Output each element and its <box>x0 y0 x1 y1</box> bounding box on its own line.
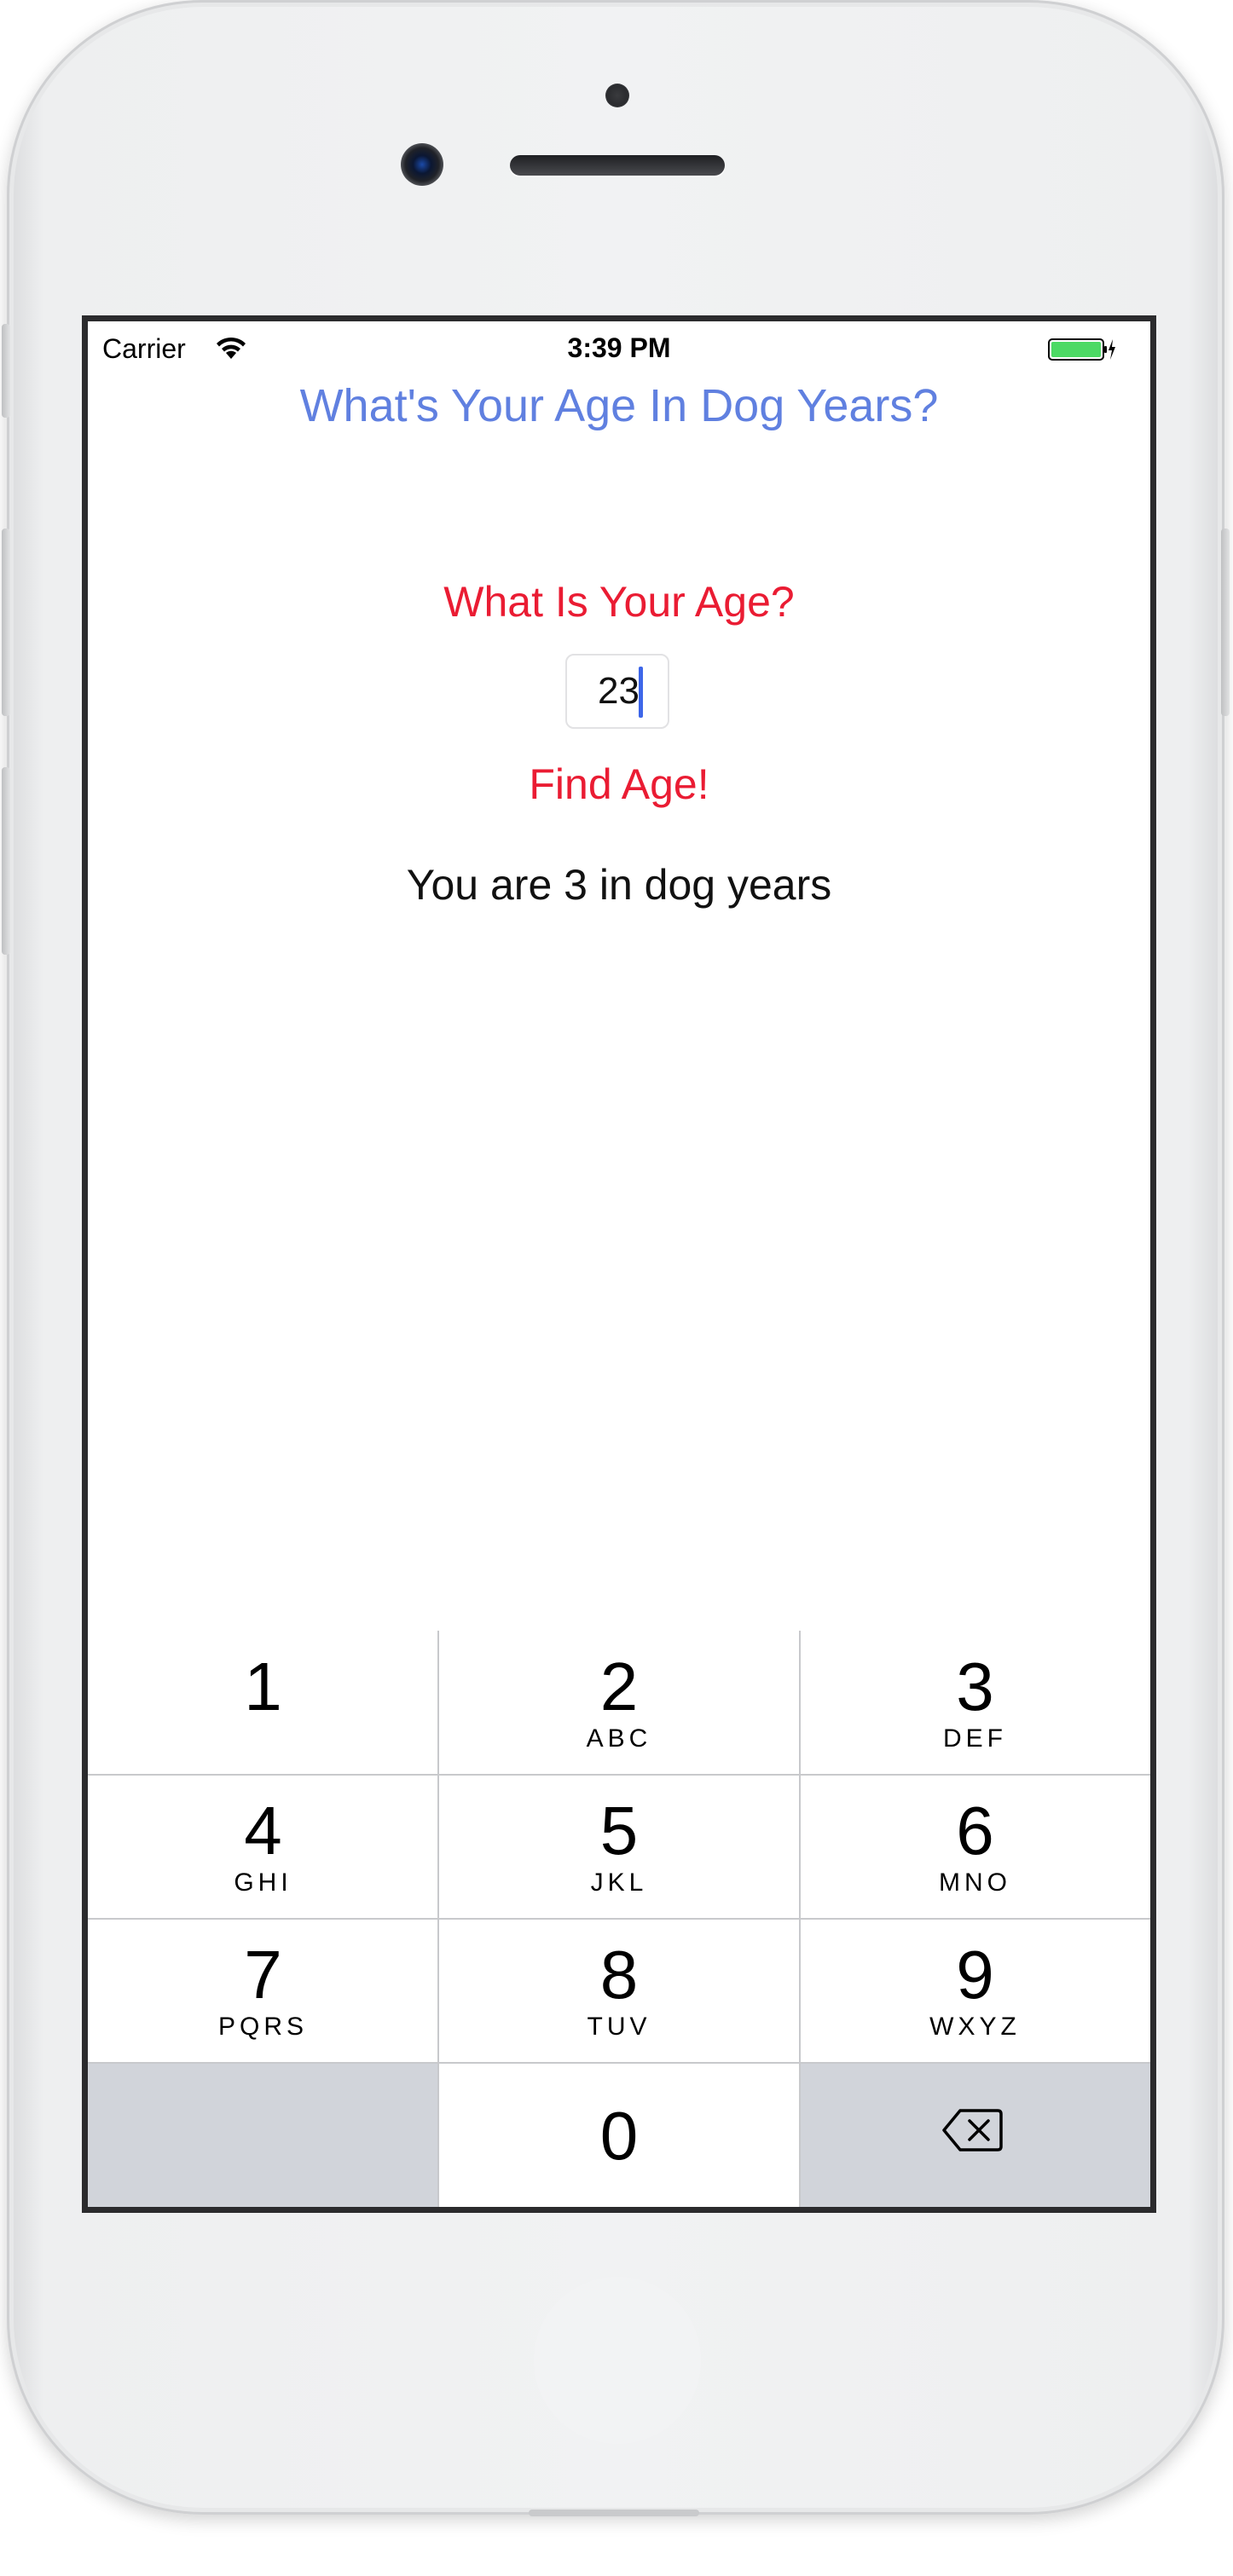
keypad-divider <box>88 2062 1150 2064</box>
delete-key[interactable] <box>800 2063 1150 2207</box>
numeric-keypad: 1 2 ABC 3 DEF 4 GHI 5 JKL 6 MNO 7 PQRS 8 <box>88 1631 1150 2207</box>
age-question-label: What Is Your Age? <box>443 578 795 626</box>
key-4[interactable]: 4 GHI <box>88 1775 438 1919</box>
proximity-sensor <box>605 84 629 107</box>
key-digit: 1 <box>244 1649 282 1724</box>
key-6[interactable]: 6 MNO <box>800 1775 1150 1919</box>
status-time: 3:39 PM <box>567 332 671 363</box>
key-letters: MNO <box>939 1868 1011 1897</box>
front-camera <box>401 143 443 186</box>
key-8[interactable]: 8 TUV <box>438 1919 800 2063</box>
home-button[interactable] <box>534 2277 701 2444</box>
key-letters: ABC <box>586 1724 652 1753</box>
key-digit: 9 <box>956 1937 994 2013</box>
key-digit: 7 <box>244 1937 282 2013</box>
screen: Carrier 3:39 PM What's Your Age In Dog Y… <box>88 321 1150 2207</box>
key-blank <box>88 2063 438 2207</box>
page-title: What's Your Age In Dog Years? <box>299 380 939 431</box>
keypad-divider <box>88 1774 1150 1776</box>
status-bar: Carrier 3:39 PM <box>88 321 1150 379</box>
key-digit: 0 <box>599 2098 639 2174</box>
battery-charging-icon <box>1048 338 1115 361</box>
key-letters: PQRS <box>217 2013 309 2041</box>
key-9[interactable]: 9 WXYZ <box>800 1919 1150 2063</box>
keypad-divider <box>88 1918 1150 1920</box>
key-letters: JKL <box>590 1868 648 1897</box>
backspace-icon <box>942 2109 1003 2151</box>
key-digit: 3 <box>956 1649 994 1724</box>
key-digit: 5 <box>599 1793 639 1868</box>
mute-switch <box>2 324 10 418</box>
key-letters: GHI <box>234 1868 292 1897</box>
key-5[interactable]: 5 JKL <box>438 1775 800 1919</box>
text-caret <box>639 667 643 718</box>
key-letters: DEF <box>943 1724 1007 1753</box>
key-digit: 6 <box>956 1793 994 1868</box>
key-2[interactable]: 2 ABC <box>438 1631 800 1775</box>
key-letters: TUV <box>587 2013 651 2041</box>
result-text: You are 3 in dog years <box>406 861 832 909</box>
volume-up-button <box>2 528 10 716</box>
key-7[interactable]: 7 PQRS <box>88 1919 438 2063</box>
key-1[interactable]: 1 <box>88 1631 438 1775</box>
earpiece-speaker <box>510 155 725 176</box>
key-letters: WXYZ <box>929 2013 1021 2041</box>
age-input-value: 23 <box>598 670 640 712</box>
key-digit: 4 <box>244 1793 282 1868</box>
power-button <box>1221 528 1230 716</box>
key-3[interactable]: 3 DEF <box>800 1631 1150 1775</box>
device-bottom-edge <box>529 2510 699 2516</box>
key-digit: 8 <box>599 1937 639 2013</box>
key-digit: 2 <box>599 1649 639 1724</box>
key-0[interactable]: 0 <box>438 2063 800 2207</box>
find-age-button[interactable]: Find Age! <box>446 760 792 809</box>
age-input[interactable]: 23 <box>565 654 669 729</box>
volume-down-button <box>2 767 10 955</box>
